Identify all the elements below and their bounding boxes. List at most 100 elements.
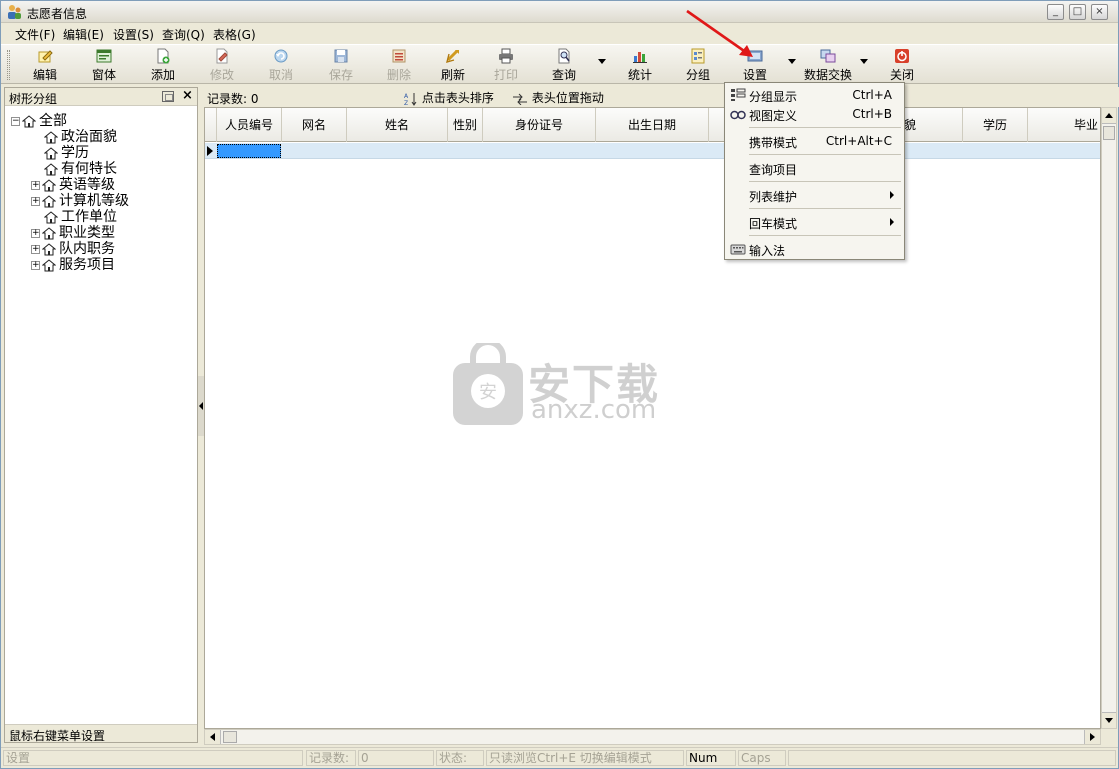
tree-node[interactable]: − 全部 bbox=[11, 110, 67, 129]
svg-text:安: 安 bbox=[479, 382, 497, 403]
selected-cell[interactable] bbox=[217, 144, 281, 158]
tree-expander[interactable]: + bbox=[31, 196, 40, 206]
scroll-right-button[interactable] bbox=[1084, 730, 1100, 744]
scroll-up-button[interactable] bbox=[1102, 108, 1116, 124]
submenu-arrow-icon bbox=[890, 191, 894, 199]
tree-panel-title: 树形分组 bbox=[9, 92, 58, 106]
table-row[interactable] bbox=[205, 143, 1100, 159]
scroll-down-button[interactable] bbox=[1102, 712, 1116, 728]
data-exchange-icon bbox=[820, 49, 836, 63]
toolbar-grip[interactable] bbox=[7, 50, 10, 80]
group-display-icon bbox=[731, 88, 746, 101]
watermark-url: anxz.com bbox=[531, 395, 657, 425]
status-records-label: 记录数: bbox=[306, 750, 356, 766]
tree-node[interactable]: + 职业类型 bbox=[31, 222, 115, 241]
tree-node[interactable]: + 服务项目 bbox=[31, 254, 115, 273]
cancel-button[interactable]: 取消 bbox=[267, 48, 295, 82]
row-header-column bbox=[205, 108, 217, 142]
menu-separator bbox=[749, 154, 901, 155]
column-header[interactable]: 姓名 bbox=[347, 108, 448, 142]
stats-button[interactable]: 统计 bbox=[626, 48, 654, 82]
status-num: Num bbox=[686, 750, 736, 766]
tree-node-label: 服务项目 bbox=[59, 257, 115, 273]
tree-expander[interactable]: + bbox=[31, 260, 40, 270]
vertical-scroll-thumb[interactable] bbox=[1103, 126, 1115, 140]
maximize-button[interactable]: □ bbox=[1069, 4, 1086, 20]
menu-separator bbox=[749, 208, 901, 209]
minimize-button[interactable]: _ bbox=[1047, 4, 1064, 20]
house-icon bbox=[42, 258, 56, 271]
tree-node[interactable]: 工作单位 bbox=[31, 206, 117, 225]
column-header[interactable]: 毕业 bbox=[1028, 108, 1100, 142]
menu-table[interactable]: 表格(G) bbox=[213, 26, 256, 43]
tree-node[interactable]: 有何特长 bbox=[31, 158, 117, 177]
column-header[interactable]: 人员编号 bbox=[217, 108, 282, 142]
data-exchange-button[interactable]: 数据交换 bbox=[802, 48, 854, 82]
horizontal-scroll-thumb[interactable] bbox=[223, 731, 237, 743]
refresh-button[interactable]: 刷新 bbox=[439, 48, 467, 82]
add-button[interactable]: 添加 bbox=[149, 48, 177, 82]
tree-expander[interactable]: + bbox=[31, 228, 40, 238]
app-window: 志愿者信息 _ □ × 文件(F) 编辑(E) 设置(S) 查询(Q) 表格(G… bbox=[0, 0, 1119, 769]
form-button[interactable]: 窗体 bbox=[90, 48, 118, 82]
horizontal-scrollbar[interactable] bbox=[204, 729, 1101, 745]
menu-item-list-maintenance[interactable]: 列表维护 bbox=[725, 184, 904, 206]
menu-item-query-items[interactable]: 查询项目 bbox=[725, 157, 904, 179]
menu-item-view-define[interactable]: 视图定义 Ctrl+B bbox=[725, 103, 904, 125]
menu-separator bbox=[749, 127, 901, 128]
tree-node[interactable]: + 英语等级 bbox=[31, 174, 115, 193]
pin-icon[interactable] bbox=[162, 91, 174, 102]
column-header[interactable]: 身份证号 bbox=[483, 108, 596, 142]
bar-chart-icon bbox=[633, 52, 647, 63]
tree-expander[interactable]: − bbox=[11, 116, 20, 126]
edit-button[interactable]: 编辑 bbox=[31, 48, 59, 82]
column-header[interactable]: 学历 bbox=[963, 108, 1028, 142]
delete-button[interactable]: 删除 bbox=[385, 48, 413, 82]
window-title: 志愿者信息 bbox=[27, 7, 88, 21]
tree-panel-close-button[interactable]: × bbox=[182, 88, 193, 103]
undo-icon bbox=[274, 49, 288, 63]
menu-bar: 文件(F) 编辑(E) 设置(S) 查询(Q) 表格(G) bbox=[1, 24, 1118, 44]
menu-file[interactable]: 文件(F) bbox=[15, 26, 55, 43]
menu-query[interactable]: 查询(Q) bbox=[162, 26, 205, 43]
keyboard-icon bbox=[730, 244, 746, 255]
tree-expander[interactable]: + bbox=[31, 180, 40, 190]
menu-item-enter-mode[interactable]: 回车模式 bbox=[725, 211, 904, 233]
column-header[interactable]: 性别 bbox=[448, 108, 483, 142]
settings-dropdown-arrow[interactable] bbox=[788, 59, 796, 64]
save-icon bbox=[334, 49, 348, 63]
status-message: 设置 bbox=[3, 750, 303, 766]
menu-settings[interactable]: 设置(S) bbox=[113, 26, 154, 43]
column-header[interactable]: 网名 bbox=[282, 108, 347, 142]
status-caps: Caps bbox=[738, 750, 786, 766]
delete-icon bbox=[392, 49, 406, 63]
search-icon bbox=[558, 48, 570, 64]
tree-node[interactable]: + 计算机等级 bbox=[31, 190, 129, 209]
modify-icon bbox=[216, 48, 228, 64]
red-pointer-arrow-icon bbox=[686, 9, 753, 57]
menu-edit[interactable]: 编辑(E) bbox=[63, 26, 104, 43]
column-header[interactable]: 出生日期 bbox=[596, 108, 709, 142]
add-document-icon bbox=[157, 48, 170, 64]
query-button[interactable]: 查询 bbox=[550, 48, 578, 82]
printer-icon bbox=[499, 48, 513, 64]
menu-item-input-method[interactable]: 输入法 bbox=[725, 238, 904, 260]
exchange-dropdown-arrow[interactable] bbox=[860, 59, 868, 64]
scroll-left-button[interactable] bbox=[205, 730, 221, 744]
tree-panel-header: 树形分组 × bbox=[5, 88, 197, 106]
vertical-scrollbar[interactable] bbox=[1101, 107, 1117, 729]
modify-button[interactable]: 修改 bbox=[208, 48, 236, 82]
close-button[interactable]: 关闭 bbox=[888, 48, 916, 82]
tree-group-panel: 树形分组 × − 全部 政治面貌 学历 有何特长 + 英语等级 + 计算机等级 工作单位 + 职业类型… bbox=[4, 87, 198, 743]
save-button[interactable]: 保存 bbox=[327, 48, 355, 82]
tree-expander[interactable]: + bbox=[31, 244, 40, 254]
query-dropdown-arrow[interactable] bbox=[598, 59, 606, 64]
menu-item-carry-mode[interactable]: 携带模式 Ctrl+Alt+C bbox=[725, 130, 904, 152]
tree-node[interactable]: 学历 bbox=[31, 142, 89, 161]
tree-node[interactable]: + 队内职务 bbox=[31, 238, 115, 257]
toolbar: 编辑 窗体 添加 修改 取消 保存 删除 刷新 打印 查询 统计 分组 设置 数… bbox=[1, 44, 1118, 84]
close-window-button[interactable]: × bbox=[1091, 4, 1108, 20]
shield-lock-icon: 安 bbox=[453, 343, 523, 425]
tree-node[interactable]: 政治面貌 bbox=[31, 126, 117, 145]
print-button[interactable]: 打印 bbox=[492, 48, 520, 82]
